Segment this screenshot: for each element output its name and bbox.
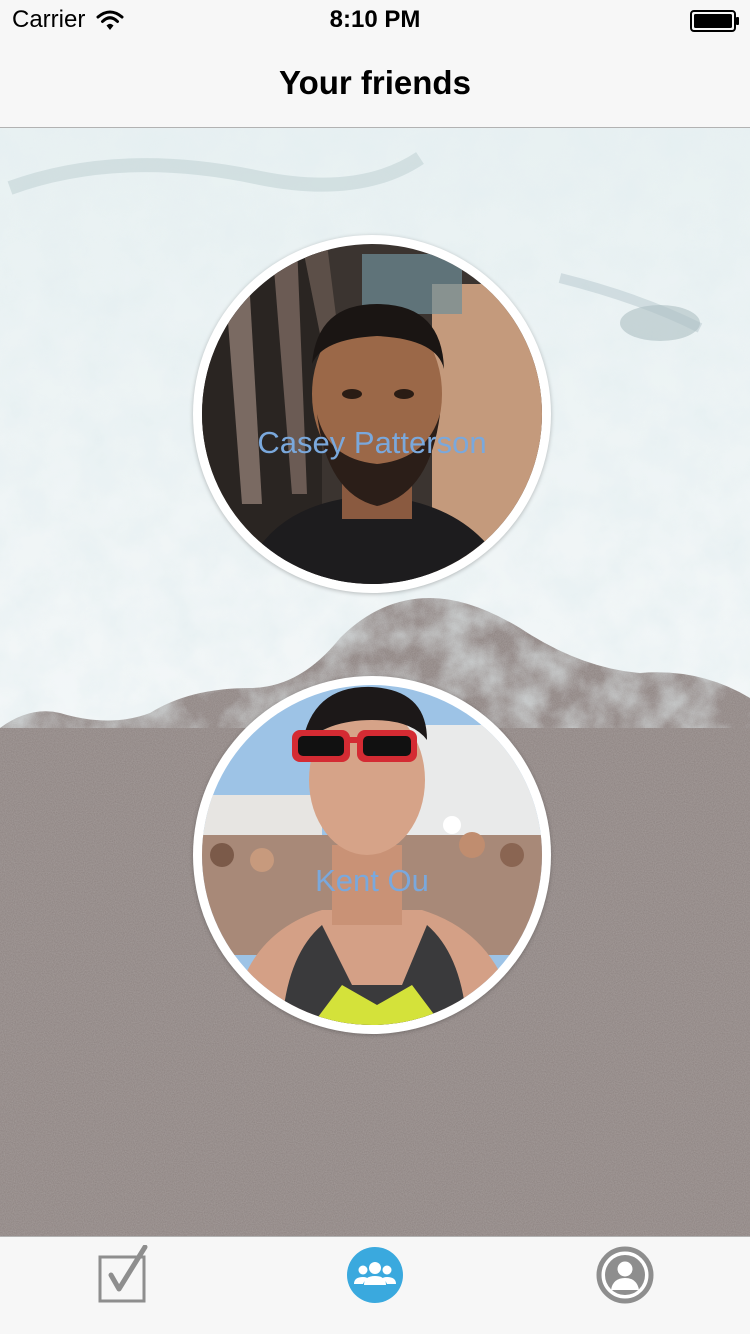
friends-group-icon: [347, 1247, 403, 1303]
friends-content: Casey Patterson Kent Ou: [0, 128, 750, 1236]
friend-photo-image: [202, 685, 542, 1025]
friend-card[interactable]: Casey Patterson: [193, 235, 551, 593]
friend-avatar: [202, 244, 542, 584]
page-title: Your friends: [279, 64, 471, 101]
friend-avatar: [202, 685, 542, 1025]
tab-tasks[interactable]: [0, 1245, 250, 1325]
profile-icon: [596, 1246, 654, 1304]
friend-name: Casey Patterson: [257, 425, 487, 460]
friend-photo-image: [202, 244, 542, 584]
friend-name: Kent Ou: [315, 863, 429, 898]
checkbox-icon: [98, 1245, 148, 1303]
friend-card[interactable]: Kent Ou: [193, 676, 551, 1034]
navigation-bar: Your friends: [0, 40, 750, 128]
tab-profile[interactable]: [500, 1245, 750, 1325]
tab-bar: [0, 1236, 750, 1334]
status-bar: Carrier 8:10 PM: [0, 0, 750, 40]
status-time: 8:10 PM: [329, 6, 421, 33]
battery-icon: [690, 10, 739, 32]
tab-friends[interactable]: [250, 1245, 500, 1325]
